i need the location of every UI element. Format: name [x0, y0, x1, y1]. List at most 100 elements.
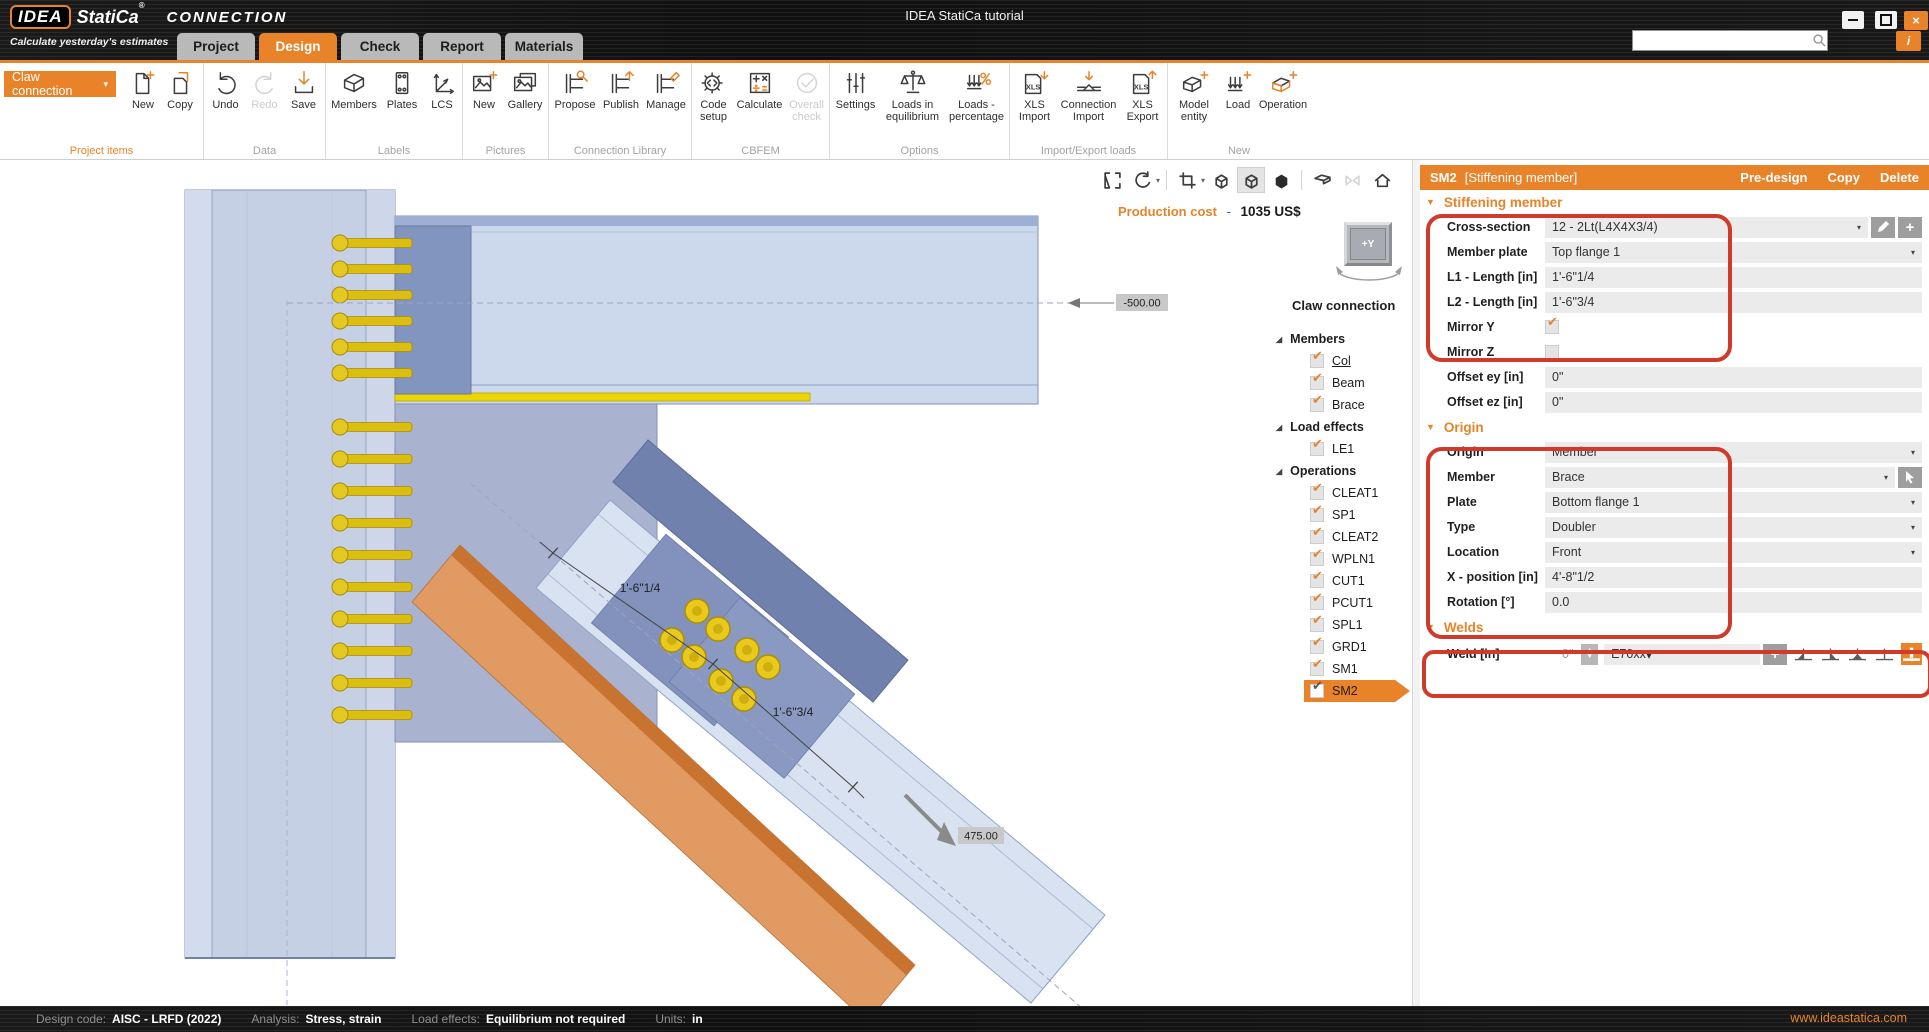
visibility-checkbox[interactable]: ✔: [1310, 530, 1324, 544]
search-input[interactable]: [1633, 34, 1812, 48]
orbit-button[interactable]: [1128, 167, 1156, 193]
section-crop-button[interactable]: [1173, 167, 1201, 193]
plates-button[interactable]: Plates: [382, 66, 422, 111]
weld-type-fillet-left-button[interactable]: [1793, 643, 1814, 665]
undo-button[interactable]: Undo: [207, 66, 245, 111]
edit-cross-section-button[interactable]: [1871, 217, 1895, 238]
new-operation-button[interactable]: Operation: [1258, 66, 1308, 111]
add-cross-section-button[interactable]: +: [1898, 217, 1922, 238]
solid-view-button[interactable]: [1267, 167, 1295, 193]
home-view-button[interactable]: [1368, 167, 1396, 193]
tree-expander-icon[interactable]: ◢: [1276, 467, 1282, 476]
lcs-button[interactable]: LCS: [423, 66, 461, 111]
type-select[interactable]: Doubler ▾: [1545, 517, 1922, 538]
visibility-checkbox[interactable]: ✔: [1310, 684, 1324, 698]
model-viewport[interactable]: -500.00 475.00 1'-6"1/4: [0, 160, 1412, 1006]
offset-ez-input[interactable]: 0": [1545, 392, 1922, 413]
loads-percentage-button[interactable]: Loads - percentage: [946, 66, 1008, 124]
tree-item-spl1[interactable]: ✔ SPL1: [1270, 614, 1412, 636]
tree-item-sm2-selected[interactable]: ✔ SM2: [1304, 680, 1410, 702]
tree-item-grd1[interactable]: ✔ GRD1: [1270, 636, 1412, 658]
tab-check[interactable]: Check: [341, 33, 419, 60]
new-picture-button[interactable]: New: [465, 66, 503, 111]
visibility-checkbox[interactable]: ✔: [1310, 354, 1324, 368]
tree-expander-icon[interactable]: ◢: [1276, 423, 1282, 432]
member-plate-select[interactable]: Top flange 1 ▾: [1545, 242, 1922, 263]
website-link[interactable]: www.ideastatica.com: [1790, 1011, 1907, 1025]
tree-item-wpln1[interactable]: ✔ WPLN1: [1270, 548, 1412, 570]
tab-report[interactable]: Report: [423, 33, 501, 60]
weld-size-value[interactable]: 0": [1545, 647, 1573, 661]
weld-type-fillet-right-button[interactable]: [1820, 643, 1841, 665]
weld-type-fillet-both-button[interactable]: [1847, 643, 1868, 665]
weld-size-stepper[interactable]: ▲ ▼: [1581, 644, 1598, 665]
section-welds[interactable]: ▼ Welds: [1420, 615, 1929, 639]
tree-item-cut1[interactable]: ✔ CUT1: [1270, 570, 1412, 592]
tree-item-le1[interactable]: ✔ LE1: [1270, 438, 1412, 460]
maximize-button[interactable]: [1875, 11, 1897, 29]
pick-member-button[interactable]: [1898, 467, 1922, 488]
propose-button[interactable]: Propose: [552, 66, 598, 111]
publish-button[interactable]: Publish: [599, 66, 643, 111]
close-button[interactable]: ×: [1904, 11, 1928, 30]
member-select[interactable]: Brace ▾: [1545, 467, 1895, 488]
model-entity-button[interactable]: Model entity: [1170, 66, 1218, 124]
x-position-input[interactable]: 4'-8"1/2: [1545, 567, 1922, 588]
origin-select[interactable]: Member ▾: [1545, 442, 1922, 463]
electrode-select[interactable]: E70xx ▾: [1604, 644, 1760, 665]
tree-item-cleat1[interactable]: ✔ CLEAT1: [1270, 482, 1412, 504]
visibility-checkbox[interactable]: ✔: [1310, 662, 1324, 676]
mirror-y-checkbox[interactable]: ✔: [1545, 320, 1559, 334]
tree-item-sm1[interactable]: ✔ SM1: [1270, 658, 1412, 680]
chevron-down-icon[interactable]: ▾: [1201, 176, 1205, 185]
manage-button[interactable]: Manage: [644, 66, 688, 111]
members-button[interactable]: Members: [327, 66, 381, 111]
visibility-checkbox[interactable]: ✔: [1310, 640, 1324, 654]
visibility-checkbox[interactable]: ✔: [1310, 508, 1324, 522]
tree-group-load-effects[interactable]: ◢ Load effects: [1270, 416, 1412, 438]
xls-export-button[interactable]: XLS XLS Export: [1122, 66, 1164, 124]
tree-item-pcut1[interactable]: ✔ PCUT1: [1270, 592, 1412, 614]
clip-view-button[interactable]: [1308, 167, 1336, 193]
tree-expander-icon[interactable]: ◢: [1276, 335, 1282, 344]
add-weld-button[interactable]: +: [1763, 644, 1787, 665]
visibility-checkbox[interactable]: ✔: [1310, 376, 1324, 390]
tree-item-cleat2[interactable]: ✔ CLEAT2: [1270, 526, 1412, 548]
offset-ey-input[interactable]: 0": [1545, 367, 1922, 388]
loads-in-equilibrium-button[interactable]: Loads in equilibrium: [881, 66, 945, 124]
weld-type-selected-button[interactable]: [1901, 643, 1922, 665]
new-load-button[interactable]: Load: [1219, 66, 1257, 111]
gallery-button[interactable]: Gallery: [504, 66, 546, 111]
section-origin[interactable]: ▼ Origin: [1420, 415, 1929, 439]
tree-group-operations[interactable]: ◢ Operations: [1270, 460, 1412, 482]
project-item-dropdown[interactable]: Claw connection ▾: [4, 71, 116, 97]
copy-project-button[interactable]: Copy: [162, 66, 198, 111]
location-select[interactable]: Front ▾: [1545, 542, 1922, 563]
pre-design-button[interactable]: Pre-design: [1740, 170, 1807, 185]
panel-scroll-strip[interactable]: [1412, 160, 1420, 1006]
info-button[interactable]: i: [1896, 31, 1921, 51]
shaded-view-button[interactable]: [1237, 167, 1265, 193]
fit-view-button[interactable]: [1098, 167, 1126, 193]
plate-select[interactable]: Bottom flange 1 ▾: [1545, 492, 1922, 513]
tree-item-sp1[interactable]: ✔ SP1: [1270, 504, 1412, 526]
visibility-checkbox[interactable]: ✔: [1310, 574, 1324, 588]
visibility-checkbox[interactable]: ✔: [1310, 552, 1324, 566]
tree-item-col[interactable]: ✔ Col: [1270, 350, 1412, 372]
tree-item-beam[interactable]: ✔ Beam: [1270, 372, 1412, 394]
visibility-checkbox[interactable]: ✔: [1310, 486, 1324, 500]
delete-operation-button[interactable]: Delete: [1880, 170, 1919, 185]
visibility-checkbox[interactable]: ✔: [1310, 596, 1324, 610]
chevron-down-icon[interactable]: ▾: [1156, 176, 1160, 185]
section-stiffening-member[interactable]: ▼ Stiffening member: [1420, 190, 1929, 214]
l1-length-input[interactable]: 1'-6"1/4: [1545, 267, 1922, 288]
visibility-checkbox[interactable]: ✔: [1310, 618, 1324, 632]
settings-button[interactable]: Settings: [832, 66, 880, 111]
copy-operation-button[interactable]: Copy: [1827, 170, 1860, 185]
tab-design[interactable]: Design: [259, 33, 337, 60]
l2-length-input[interactable]: 1'-6"3/4: [1545, 292, 1922, 313]
cross-section-select[interactable]: 12 - 2Lt(L4X4X3/4) ▾: [1545, 217, 1868, 238]
visibility-checkbox[interactable]: ✔: [1310, 442, 1324, 456]
rotation-input[interactable]: 0.0: [1545, 592, 1922, 613]
calculate-button[interactable]: Calculate: [736, 66, 784, 111]
